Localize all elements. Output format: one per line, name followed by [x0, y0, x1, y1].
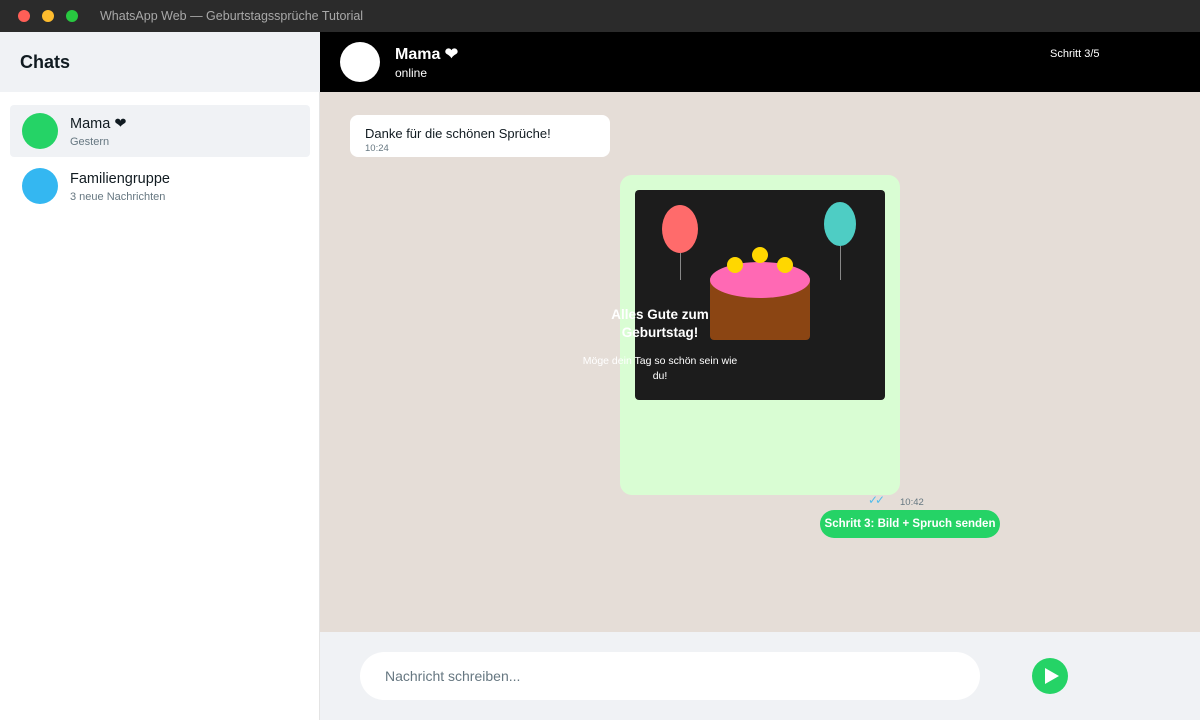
chat-item-mama[interactable]: Mama ❤ Gestern [10, 105, 310, 157]
avatar [22, 113, 58, 149]
tutorial-step-button[interactable]: Schritt 3: Bild + Spruch senden [820, 510, 1000, 538]
tutorial-step-indicator: Schritt 3/5 [1050, 48, 1100, 60]
message-time: 10:42 [900, 497, 924, 508]
chat-header: Mama ❤ online Schritt 3/5 [320, 32, 1200, 92]
send-icon [1045, 668, 1059, 684]
message-text: Danke für die schönen Sprüche! [365, 126, 551, 141]
message-time: 10:24 [365, 143, 389, 154]
cake-frosting [710, 262, 810, 298]
maximize-window-button[interactable] [66, 10, 78, 22]
send-button[interactable] [1032, 658, 1068, 694]
chat-unread-count: 3 neue Nachrichten [70, 191, 166, 203]
candle-flame-icon [727, 257, 743, 273]
card-headline: Alles Gute zum Geburtstag! [611, 307, 709, 340]
teal-balloon-icon [824, 202, 856, 246]
chat-item-familiengruppe[interactable]: Familiengruppe 3 neue Nachrichten [10, 160, 310, 212]
sidebar-title: Chats [20, 52, 71, 72]
message-list: Danke für die schönen Sprüche! 10:24 All… [320, 92, 1200, 632]
chat-name: Familiengruppe [70, 171, 170, 187]
chat-name: Mama ❤ [70, 116, 127, 132]
outgoing-image-message: Alles Gute zum Geburtstag! Möge dein Tag… [583, 175, 900, 495]
window-title: WhatsApp Web — Geburtstagssprüche Tutori… [100, 9, 364, 23]
incoming-message: Danke für die schönen Sprüche! 10:24 [350, 115, 610, 157]
window-titlebar: WhatsApp Web — Geburtstagssprüche Tutori… [0, 0, 1200, 32]
close-window-button[interactable] [18, 10, 30, 22]
minimize-window-button[interactable] [42, 10, 54, 22]
chat-last-seen: Gestern [70, 136, 110, 148]
composer-bar [320, 632, 1200, 720]
red-balloon-icon [662, 205, 698, 253]
balloon-string [840, 246, 841, 280]
birthday-card-image[interactable]: Alles Gute zum Geburtstag! Möge dein Tag… [583, 190, 885, 400]
read-receipt-icon: ✓✓ [868, 493, 885, 507]
message-input[interactable] [360, 652, 980, 700]
avatar [22, 168, 58, 204]
balloon-string [680, 253, 681, 280]
contact-name[interactable]: Mama ❤ [395, 44, 458, 64]
sidebar: Chats Mama ❤ Gestern Familiengruppe 3 ne… [0, 32, 320, 720]
contact-avatar[interactable] [340, 42, 380, 82]
contact-status: online [395, 66, 428, 80]
sidebar-header: Chats [0, 32, 320, 92]
card-wish: Möge dein Tag so schön sein wie du! [582, 355, 738, 382]
candle-flame-icon [777, 257, 793, 273]
candle-flame-icon [752, 247, 768, 263]
